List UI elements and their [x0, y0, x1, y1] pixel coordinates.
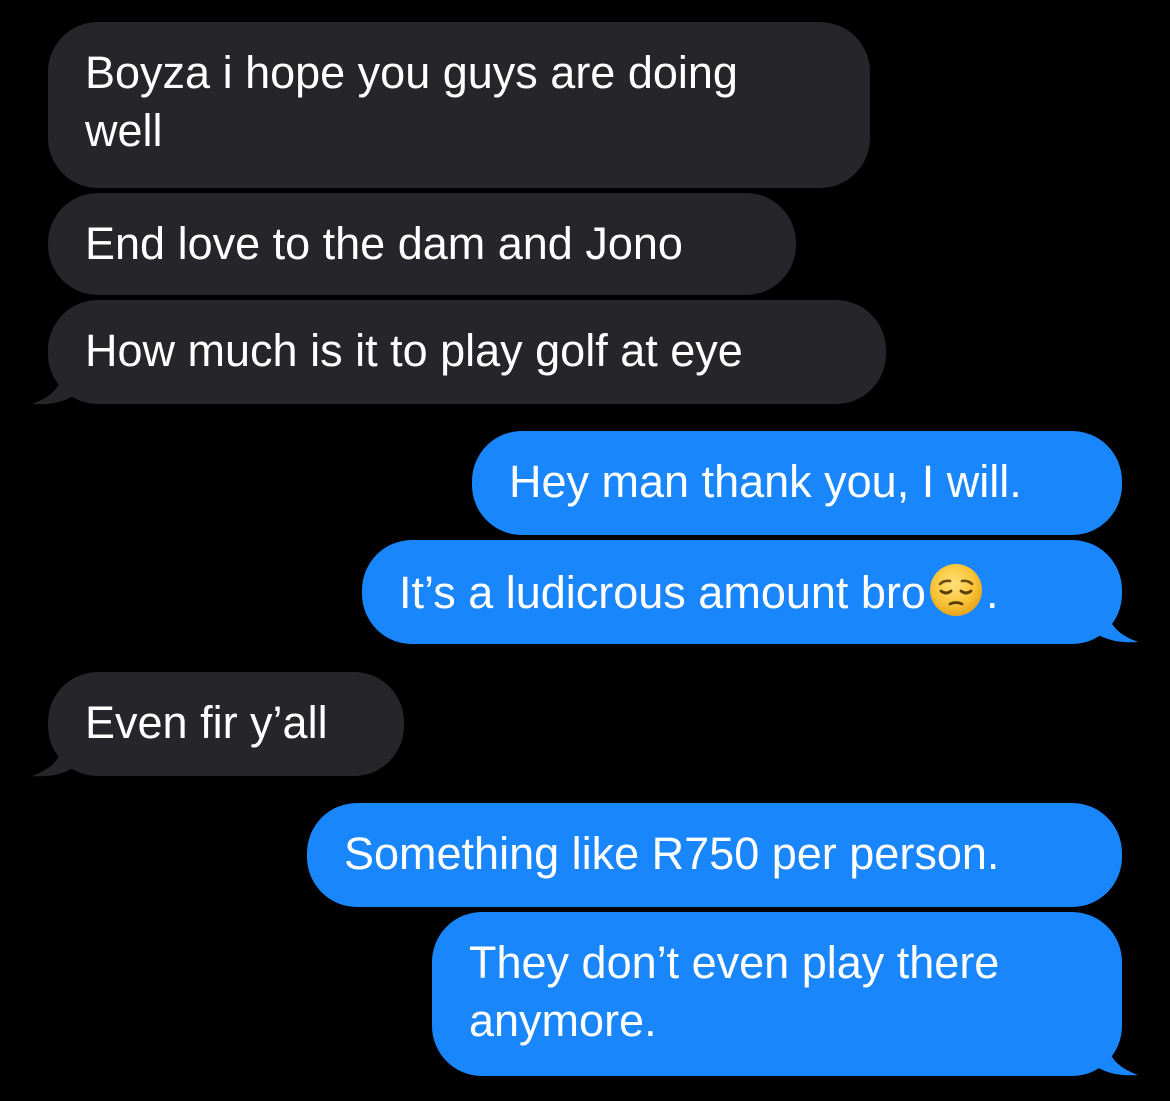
pensive-face-icon [929, 564, 982, 616]
incoming-bubble-tail [32, 362, 86, 405]
outgoing-message[interactable]: They don’t even play there anymore. [432, 912, 1122, 1076]
message-text: It’s a ludicrous amount bro [399, 567, 926, 618]
outgoing-bubble-tail [1084, 600, 1138, 643]
outgoing-message[interactable]: Something like R750 per person. [307, 803, 1122, 907]
message-text: . [985, 567, 999, 618]
incoming-message[interactable]: Boyza i hope you guys are doing well [48, 22, 870, 188]
incoming-message[interactable]: End love to the dam and Jono [48, 193, 796, 295]
outgoing-bubble-tail [1084, 1033, 1138, 1076]
incoming-bubble-tail [32, 734, 86, 777]
outgoing-message[interactable]: Hey man thank you, I will. [472, 431, 1122, 535]
incoming-message[interactable]: How much is it to play golf at eye [48, 300, 886, 404]
incoming-message[interactable]: Even fir y’all [48, 672, 404, 776]
outgoing-message[interactable]: It’s a ludicrous amount bro . [362, 540, 1122, 644]
